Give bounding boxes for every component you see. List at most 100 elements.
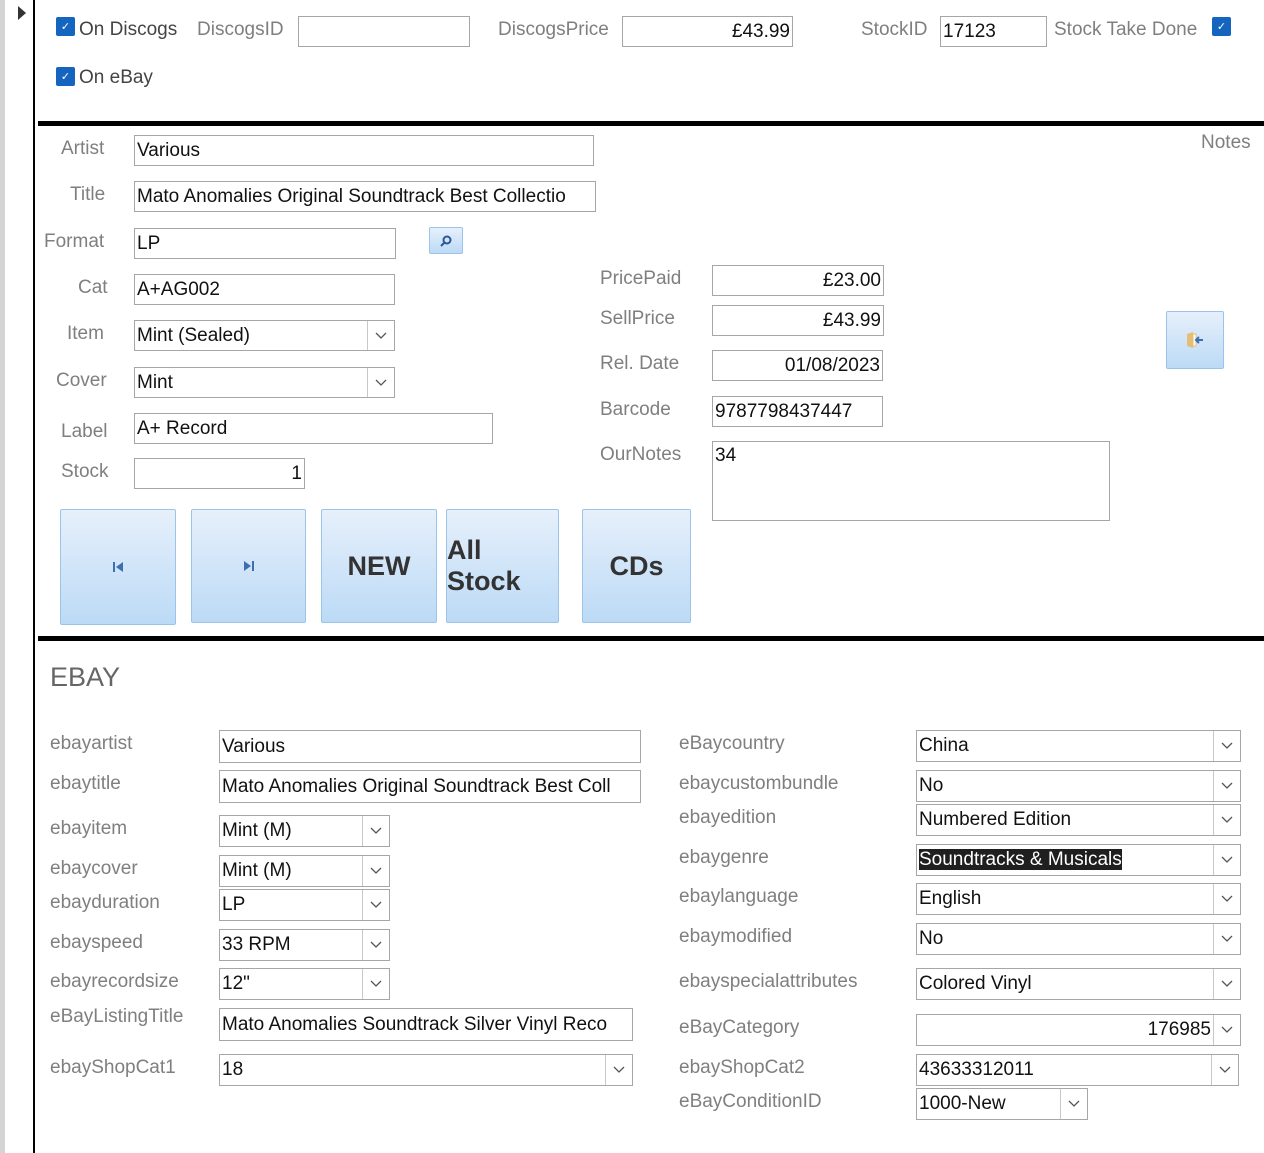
ebayedition-value: Numbered Edition	[919, 809, 1072, 830]
ebaymodified-combo[interactable]: No	[916, 923, 1241, 955]
exit-button[interactable]	[1166, 311, 1224, 369]
on-discogs-checkbox[interactable]: ✓	[56, 17, 75, 36]
on-ebay-checkbox[interactable]: ✓	[56, 67, 75, 86]
discogs-price-field[interactable]: £43.99	[622, 16, 793, 47]
ebayitem-combo[interactable]: Mint (M)	[219, 815, 390, 847]
chevron-down-icon[interactable]	[362, 856, 389, 886]
chevron-down-icon[interactable]	[1213, 1015, 1240, 1045]
ebayspecialattributes-label: ebayspecialattributes	[679, 971, 858, 992]
ebaycategory-combo[interactable]: 176985	[916, 1014, 1241, 1046]
ebayconditionid-value: 1000-New	[919, 1093, 1006, 1114]
stock-label: Stock	[61, 461, 109, 482]
cat-field[interactable]: A+AG002	[134, 274, 395, 305]
last-record-icon	[243, 561, 254, 571]
cover-combo[interactable]: Mint	[134, 367, 395, 398]
barcode-field[interactable]: 9787798437447	[712, 396, 883, 427]
ebayspeed-combo[interactable]: 33 RPM	[219, 929, 390, 961]
sell-price-field[interactable]: £43.99	[712, 305, 884, 336]
last-record-button[interactable]	[191, 509, 306, 623]
ebayshopcat1-combo[interactable]: 18	[219, 1054, 633, 1086]
our-notes-field[interactable]: 34	[712, 441, 1110, 521]
chevron-down-icon[interactable]	[362, 890, 389, 920]
chevron-down-icon[interactable]	[1213, 845, 1240, 875]
chevron-down-icon[interactable]	[1211, 1055, 1238, 1085]
sell-price-label: SellPrice	[600, 308, 675, 329]
ebaycover-label: ebaycover	[50, 858, 138, 879]
item-combo[interactable]: Mint (Sealed)	[134, 320, 395, 351]
cds-button[interactable]: CDs	[582, 509, 691, 623]
first-record-button[interactable]	[60, 509, 176, 625]
ebaycustombundle-value: No	[919, 775, 944, 796]
format-search-button[interactable]	[429, 227, 463, 254]
ebaycountry-value: China	[919, 735, 969, 756]
discogs-id-field[interactable]	[298, 16, 470, 47]
ebaycategory-value: 176985	[1147, 1019, 1211, 1040]
ebayshopcat2-label: ebayShopCat2	[679, 1057, 805, 1078]
on-ebay-label: On eBay	[79, 67, 153, 88]
ebaylistingtitle-field[interactable]: Mato Anomalies Soundtrack Silver Vinyl R…	[219, 1008, 633, 1041]
label-field[interactable]: A+ Record	[134, 413, 493, 444]
chevron-down-icon[interactable]	[605, 1055, 632, 1085]
ebayduration-combo[interactable]: LP	[219, 889, 390, 921]
ebaylistingtitle-label: eBayListingTitle	[50, 1006, 184, 1027]
chevron-down-icon[interactable]	[1213, 969, 1240, 999]
format-field[interactable]: LP	[134, 228, 396, 259]
stock-id-field[interactable]: 17123	[940, 16, 1047, 47]
chevron-down-icon[interactable]	[1213, 771, 1240, 801]
ebaygenre-value: Soundtracks & Musicals	[917, 849, 1213, 871]
label-label: Label	[61, 421, 108, 442]
ebaycountry-combo[interactable]: China	[916, 730, 1241, 762]
ebayduration-label: ebayduration	[50, 892, 160, 913]
title-label: Title	[70, 184, 106, 205]
ebaycustombundle-combo[interactable]: No	[916, 770, 1241, 802]
chevron-down-icon[interactable]	[367, 368, 394, 397]
cat-label: Cat	[78, 277, 108, 298]
ebayspeed-label: ebayspeed	[50, 932, 143, 953]
discogs-id-label: DiscogsID	[197, 19, 284, 40]
all-stock-button[interactable]: All Stock	[446, 509, 559, 623]
new-button[interactable]: NEW	[321, 509, 437, 623]
on-discogs-label: On Discogs	[79, 19, 178, 40]
ebaylanguage-label: ebaylanguage	[679, 886, 799, 907]
ebaylanguage-combo[interactable]: English	[916, 883, 1241, 915]
ebayartist-field[interactable]: Various	[219, 730, 641, 763]
ebaymodified-value: No	[919, 928, 944, 949]
chevron-down-icon[interactable]	[1213, 731, 1240, 761]
ebayconditionid-label: eBayConditionID	[679, 1091, 822, 1112]
barcode-label: Barcode	[600, 399, 671, 420]
ebaylanguage-value: English	[919, 888, 982, 909]
ebayspeed-value: 33 RPM	[222, 934, 291, 955]
title-field[interactable]: Mato Anomalies Original Soundtrack Best …	[134, 181, 596, 212]
stock-take-done-label: Stock Take Done	[1054, 19, 1198, 40]
chevron-down-icon[interactable]	[362, 816, 389, 846]
artist-field[interactable]: Various	[134, 135, 594, 166]
price-paid-field[interactable]: £23.00	[712, 265, 884, 296]
exit-door-icon	[1187, 332, 1203, 348]
chevron-down-icon[interactable]	[1213, 884, 1240, 914]
ebayrecordsize-combo[interactable]: 12"	[219, 968, 390, 1000]
chevron-down-icon[interactable]	[362, 930, 389, 960]
chevron-down-icon[interactable]	[1060, 1089, 1087, 1119]
stock-take-done-checkbox[interactable]: ✓	[1212, 17, 1231, 36]
ebaycover-combo[interactable]: Mint (M)	[219, 855, 390, 887]
ebaygenre-selected-text: Soundtracks & Musicals	[919, 849, 1122, 870]
chevron-down-icon[interactable]	[1213, 924, 1240, 954]
ebaycountry-label: eBaycountry	[679, 733, 785, 754]
ebayitem-label: ebayitem	[50, 818, 128, 839]
record-selector[interactable]	[5, 0, 35, 1153]
ebayedition-combo[interactable]: Numbered Edition	[916, 804, 1241, 836]
ebayspecialattributes-combo[interactable]: Colored Vinyl	[916, 968, 1241, 1000]
chevron-down-icon[interactable]	[367, 321, 394, 350]
stock-field[interactable]: 1	[134, 458, 305, 489]
rel-date-field[interactable]: 01/08/2023	[712, 350, 883, 381]
notes-label: Notes	[1201, 132, 1251, 153]
ebaygenre-combo[interactable]: Soundtracks & Musicals	[916, 844, 1241, 876]
ebaytitle-field[interactable]: Mato Anomalies Original Soundtrack Best …	[219, 770, 641, 803]
ebayconditionid-combo[interactable]: 1000-New	[916, 1088, 1088, 1120]
ebayshopcat2-combo[interactable]: 43633312011	[916, 1054, 1239, 1086]
price-paid-label: PricePaid	[600, 268, 682, 289]
chevron-down-icon[interactable]	[1213, 805, 1240, 835]
chevron-down-icon[interactable]	[362, 969, 389, 999]
ebay-heading: EBAY	[50, 662, 121, 692]
current-record-arrow-icon	[18, 6, 26, 20]
